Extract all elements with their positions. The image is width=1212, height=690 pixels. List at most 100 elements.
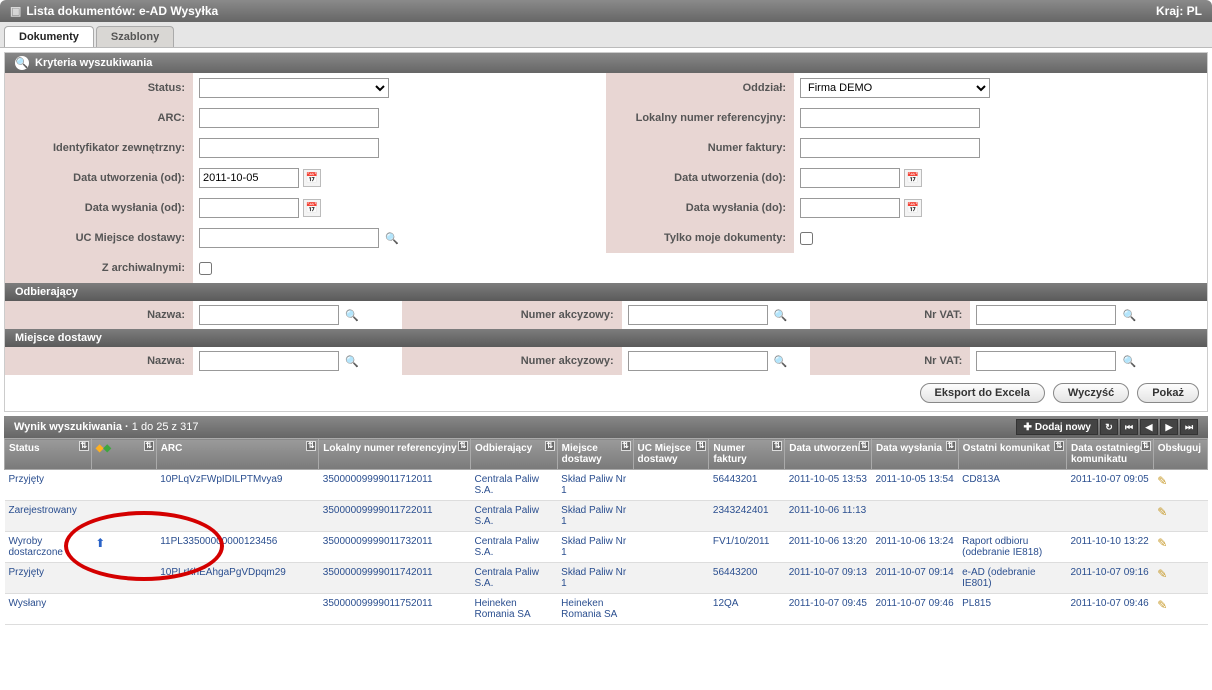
calendar-icon[interactable]: 📅	[904, 199, 922, 217]
table-row[interactable]: Wysłany35000009999011752011Heineken Roma…	[5, 594, 1208, 625]
created-to-input[interactable]	[800, 168, 900, 188]
lookup-icon[interactable]: 🔍	[772, 352, 790, 370]
sort-icon[interactable]: ⇅	[621, 441, 631, 451]
branch-select[interactable]: Firma DEMO	[800, 78, 990, 98]
lookup-icon[interactable]: 🔍	[343, 352, 361, 370]
uc-delivery-input[interactable]	[199, 228, 379, 248]
lookup-icon[interactable]: 🔍	[1120, 352, 1138, 370]
tab-templates[interactable]: Szablony	[96, 26, 174, 47]
status-select[interactable]	[199, 78, 389, 98]
cell-msgdate: 2011-10-07 09:46	[1067, 594, 1154, 625]
col-lastmsgdate: Data ostatniego komunikatu⇅	[1067, 439, 1154, 470]
cell-icon: ⬆	[91, 532, 156, 563]
cell-created: 2011-10-06 11:13	[785, 501, 872, 532]
cell-inv: 2343242401	[709, 501, 785, 532]
sort-icon[interactable]: ⇅	[946, 441, 956, 451]
cell-created: 2011-10-06 13:20	[785, 532, 872, 563]
invoice-input[interactable]	[800, 138, 980, 158]
label-created-from: Data utworzenia (od):	[5, 163, 193, 193]
label-deliv-vat: Nr VAT:	[810, 347, 970, 375]
lookup-icon[interactable]: 🔍	[343, 306, 361, 324]
cell-sent: 2011-10-06 13:24	[871, 532, 958, 563]
recv-name-input[interactable]	[199, 305, 339, 325]
cell-icon	[91, 470, 156, 501]
only-mine-checkbox[interactable]	[800, 232, 813, 245]
clear-button[interactable]: Wyczyść	[1053, 383, 1129, 403]
sort-icon[interactable]: ⇅	[1141, 441, 1151, 451]
calendar-icon[interactable]: 📅	[303, 169, 321, 187]
search-icon: 🔍	[15, 56, 29, 70]
cell-deliv: Heineken Romania SA	[557, 594, 633, 625]
calendar-icon[interactable]: 📅	[303, 199, 321, 217]
cell-inv: 56443200	[709, 563, 785, 594]
sort-icon[interactable]: ⇅	[306, 441, 316, 451]
recv-excise-input[interactable]	[628, 305, 768, 325]
sort-icon[interactable]: ⇅	[144, 441, 154, 451]
cell-deliv: Skład Paliw Nr 1	[557, 470, 633, 501]
edit-icon[interactable]: ✎	[1157, 536, 1167, 550]
edit-icon[interactable]: ✎	[1157, 505, 1167, 519]
archive-checkbox[interactable]	[199, 262, 212, 275]
label-status: Status:	[5, 73, 193, 103]
table-row[interactable]: Przyjęty10PLrKhEAhgaPgVDpqm2935000009999…	[5, 563, 1208, 594]
edit-icon[interactable]: ✎	[1157, 567, 1167, 581]
cell-status: Przyjęty	[5, 563, 92, 594]
sort-icon[interactable]: ⇅	[772, 441, 782, 451]
cell-local: 35000009999011732011	[319, 532, 471, 563]
label-only-mine: Tylko moje dokumenty:	[606, 223, 794, 253]
sent-from-input[interactable]	[199, 198, 299, 218]
label-deliv-excise: Numer akcyzowy:	[402, 347, 622, 375]
show-button[interactable]: Pokaż	[1137, 383, 1199, 403]
export-button[interactable]: Eksport do Excela	[920, 383, 1045, 403]
edit-icon[interactable]: ✎	[1157, 474, 1167, 488]
deliv-name-input[interactable]	[199, 351, 339, 371]
local-ref-input[interactable]	[800, 108, 980, 128]
lookup-icon[interactable]: 🔍	[1120, 306, 1138, 324]
add-new-button[interactable]: ✚Dodaj nowy	[1016, 419, 1098, 435]
col-created: Data utworzenia⇅	[785, 439, 872, 470]
lookup-icon[interactable]: 🔍	[772, 306, 790, 324]
sort-icon[interactable]: ⇅	[458, 441, 468, 451]
cell-arc: 11PL33500000000123456	[156, 532, 319, 563]
recv-vat-input[interactable]	[976, 305, 1116, 325]
table-row[interactable]: Zarejestrowany35000009999011722011Centra…	[5, 501, 1208, 532]
sort-icon[interactable]: ⇅	[1054, 441, 1064, 451]
cell-manage: ✎	[1153, 532, 1207, 563]
cell-sent	[871, 501, 958, 532]
label-sent-from: Data wysłania (od):	[5, 193, 193, 223]
cell-msg: e-AD (odebranie IE801)	[958, 563, 1066, 594]
sort-icon[interactable]: ⇅	[859, 441, 869, 451]
edit-icon[interactable]: ✎	[1157, 598, 1167, 612]
deliv-excise-input[interactable]	[628, 351, 768, 371]
cell-deliv: Skład Paliw Nr 1	[557, 532, 633, 563]
tab-documents[interactable]: Dokumenty	[4, 26, 94, 47]
cell-sent: 2011-10-05 13:54	[871, 470, 958, 501]
label-sent-to: Data wysłania (do):	[606, 193, 794, 223]
calendar-icon[interactable]: 📅	[904, 169, 922, 187]
cell-local: 35000009999011722011	[319, 501, 471, 532]
sort-icon[interactable]: ⇅	[79, 441, 89, 451]
next-page-button[interactable]: ▶	[1160, 419, 1178, 435]
col-icons: ◆◆⇅	[91, 439, 156, 470]
cell-recv: Heineken Romania SA	[470, 594, 557, 625]
created-from-input[interactable]	[199, 168, 299, 188]
results-header: Wynik wyszukiwania · 1 do 25 z 317 ✚Doda…	[4, 416, 1208, 438]
lookup-icon[interactable]: 🔍	[383, 229, 401, 247]
sort-icon[interactable]: ⇅	[696, 441, 706, 451]
cell-local: 35000009999011752011	[319, 594, 471, 625]
prev-page-button[interactable]: ◀	[1140, 419, 1158, 435]
deliv-vat-input[interactable]	[976, 351, 1116, 371]
arc-input[interactable]	[199, 108, 379, 128]
label-invoice: Numer faktury:	[606, 133, 794, 163]
last-page-button[interactable]: ⏭	[1180, 419, 1198, 435]
table-row[interactable]: Przyjęty10PLqVzFWpIDILPTMvya935000009999…	[5, 470, 1208, 501]
sent-to-input[interactable]	[800, 198, 900, 218]
first-page-button[interactable]: ⏮	[1120, 419, 1138, 435]
sort-icon[interactable]: ⇅	[545, 441, 555, 451]
refresh-button[interactable]: ↻	[1100, 419, 1118, 435]
col-sent: Data wysłania⇅	[871, 439, 958, 470]
table-row[interactable]: Wyroby dostarczone⬆11PL33500000000123456…	[5, 532, 1208, 563]
cell-status: Przyjęty	[5, 470, 92, 501]
ext-id-input[interactable]	[199, 138, 379, 158]
page-title: Lista dokumentów: e-AD Wysyłka	[10, 4, 218, 18]
